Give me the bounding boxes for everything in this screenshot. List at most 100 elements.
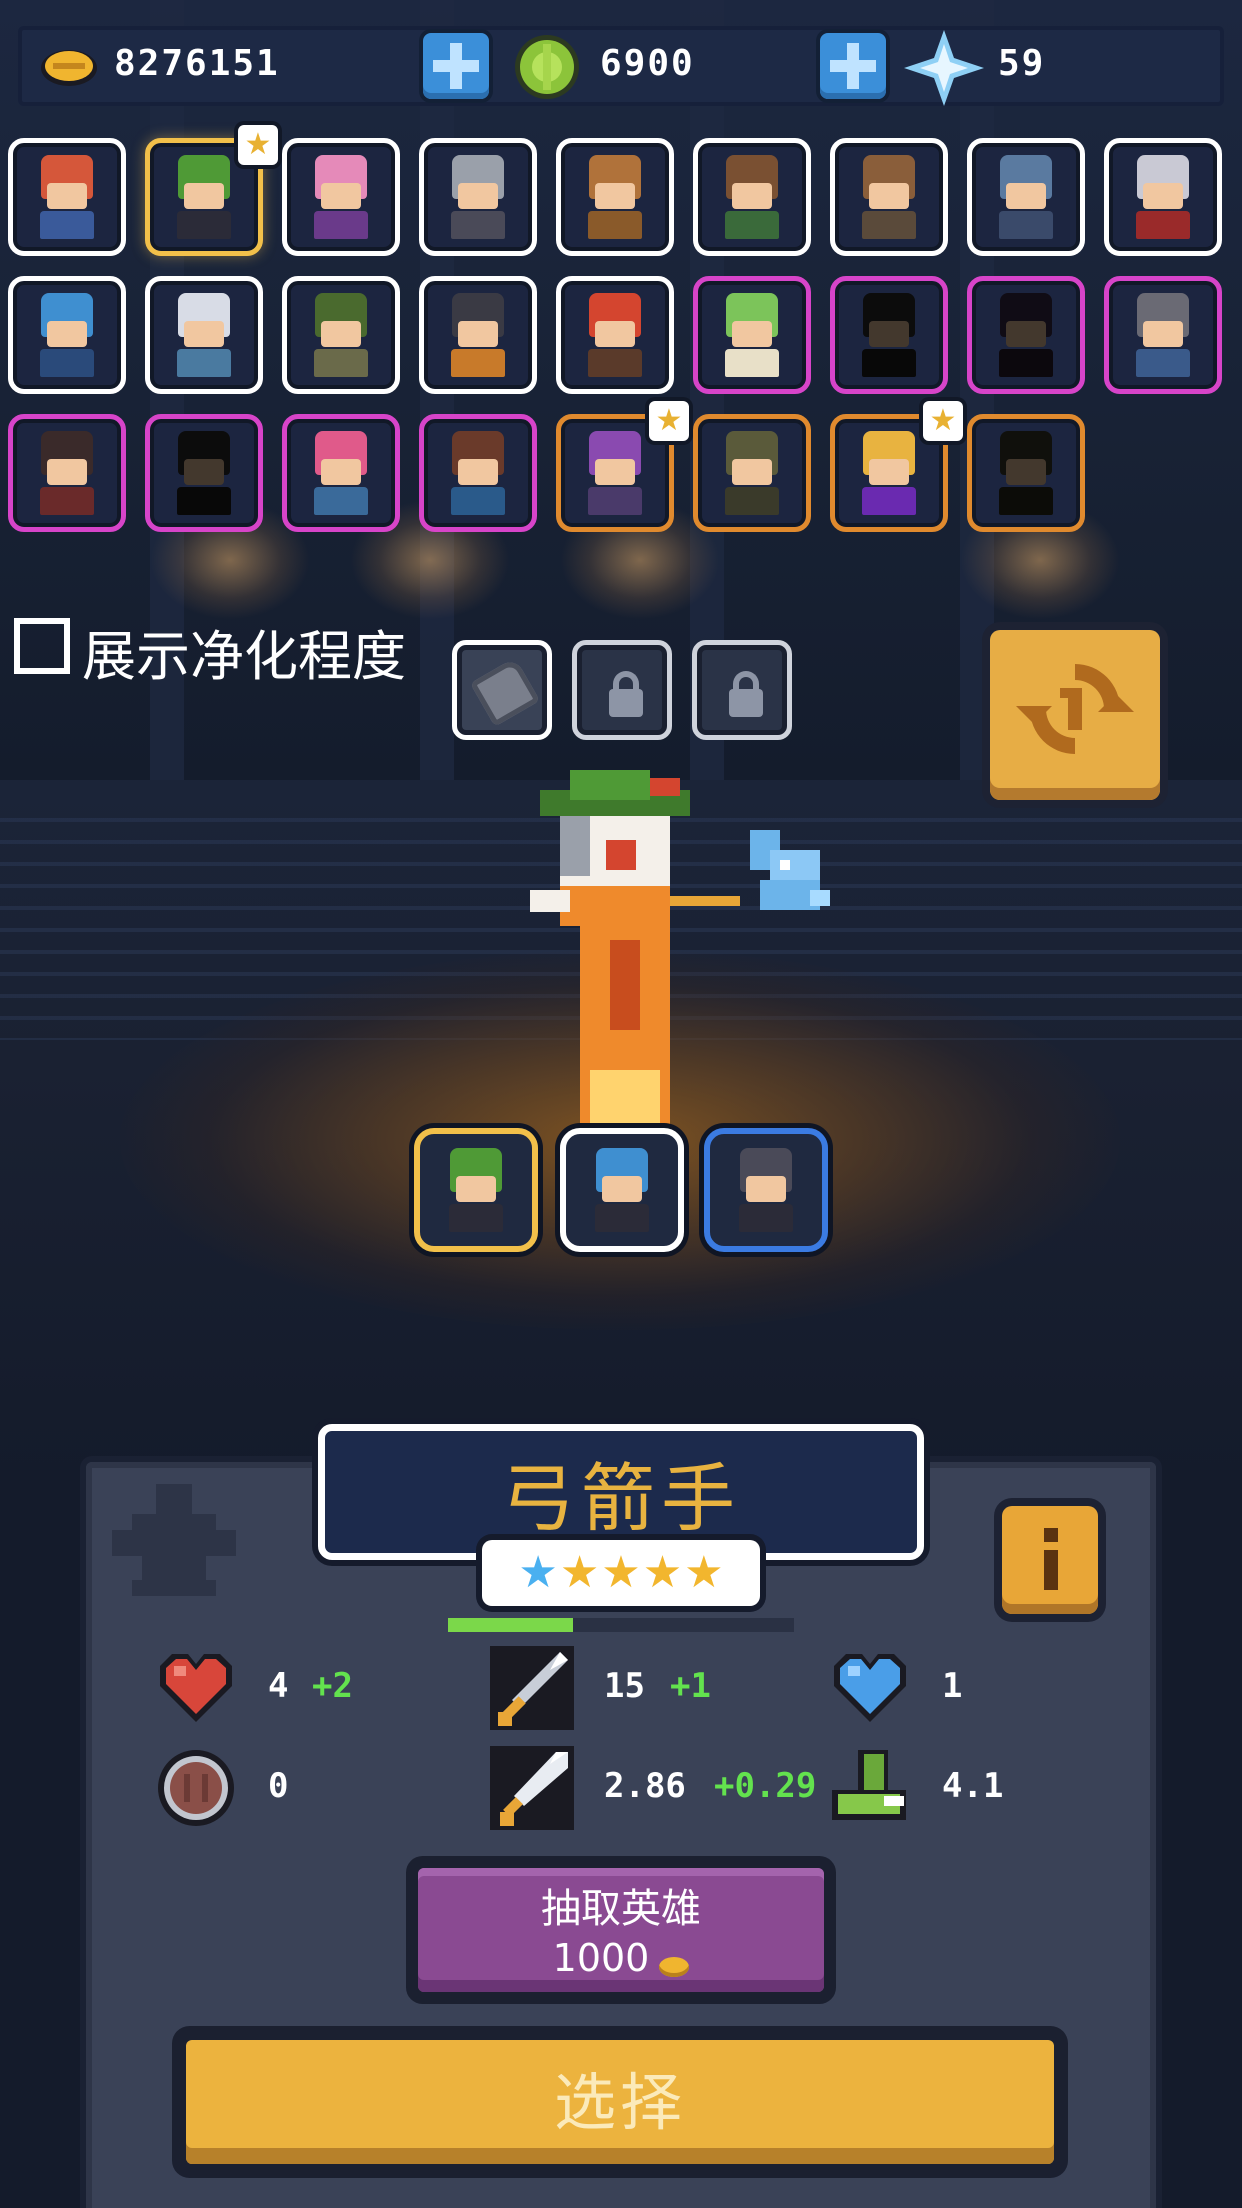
refresh-icon — [1016, 664, 1134, 754]
team-slot[interactable] — [414, 1128, 538, 1252]
barrel-shield-icon — [158, 1750, 234, 1826]
select-label: 选择 — [553, 2066, 686, 2139]
hero-card[interactable] — [145, 414, 263, 532]
hero-card[interactable] — [556, 138, 674, 256]
rabbit-warrior-icon — [1136, 155, 1190, 239]
gauntlet-icon — [469, 657, 541, 727]
blue-heart-icon — [834, 1654, 906, 1722]
gem-amount: 6900 — [600, 43, 695, 84]
team-slot[interactable] — [704, 1128, 828, 1252]
shield-value: 1 — [942, 1666, 963, 1706]
hero-roster: ★ ★ ★ — [0, 125, 1242, 550]
draw-hero-label: 抽取英雄 — [541, 1886, 701, 1932]
draw-hero-button[interactable]: 抽取英雄 1000 — [418, 1868, 824, 1992]
info-icon — [1044, 1528, 1058, 1542]
hero-card[interactable] — [145, 276, 263, 394]
masked-rogue-icon — [725, 155, 779, 239]
blue-haired-hero-icon — [40, 293, 94, 377]
add-gold-button[interactable] — [423, 33, 489, 99]
grey-haired-monk-icon — [1136, 293, 1190, 377]
hero-card[interactable] — [556, 276, 674, 394]
red-haired-hero-icon — [40, 155, 94, 239]
white-haired-elf-icon — [177, 293, 231, 377]
hero-card[interactable] — [693, 414, 811, 532]
green-hat-archer-icon — [449, 1148, 503, 1232]
hero-card[interactable] — [419, 276, 537, 394]
hero-card[interactable] — [282, 138, 400, 256]
locked-shadow-hero-icon — [862, 293, 916, 377]
hero-card[interactable] — [830, 276, 948, 394]
gold-star-icon: ★ — [642, 1547, 683, 1598]
gold-star-icon: ★ — [559, 1547, 600, 1598]
equipment-slot-locked[interactable] — [692, 640, 792, 740]
sword-icon — [490, 1646, 574, 1730]
gold-coin-icon — [659, 1956, 690, 1977]
green-haired-dryad-icon — [725, 293, 779, 377]
reroll-skin-button[interactable] — [990, 630, 1160, 800]
hero-info-button[interactable] — [1002, 1506, 1098, 1614]
heart-icon — [160, 1654, 232, 1722]
green-hat-archer-icon — [177, 155, 231, 239]
locked-hooded-hero-icon — [999, 293, 1053, 377]
cowboy-gunner-icon — [40, 431, 94, 515]
dagger-icon — [490, 1746, 574, 1830]
purify-label: 展示净化程度 — [82, 625, 406, 688]
green-gem-icon — [515, 35, 579, 99]
hero-card[interactable] — [8, 138, 126, 256]
hero-card[interactable] — [967, 414, 1085, 532]
golden-dragon-knight-icon — [862, 431, 916, 515]
hero-card[interactable] — [967, 138, 1085, 256]
purify-checkbox[interactable] — [14, 618, 70, 674]
hooded-assassin-icon — [725, 431, 779, 515]
add-gems-button[interactable] — [820, 33, 886, 99]
boot-icon — [832, 1750, 906, 1820]
draw-hero-cost: 1000 — [552, 1936, 650, 1980]
equipment-slot-gauntlet[interactable] — [452, 640, 552, 740]
locked-dark-warrior-icon — [177, 431, 231, 515]
gold-star-icon: ★ — [684, 1547, 724, 1598]
hero-card[interactable] — [8, 414, 126, 532]
hero-card[interactable] — [693, 276, 811, 394]
hero-card[interactable] — [693, 138, 811, 256]
headband-fighter-icon — [314, 293, 368, 377]
speed-value: 4.1 — [942, 1766, 1004, 1806]
crit-value: 2.86 — [604, 1766, 686, 1806]
hero-card[interactable]: ★ — [145, 125, 278, 256]
hero-card[interactable] — [830, 138, 948, 256]
hero-card[interactable] — [1104, 138, 1222, 256]
locked-legend-hero-icon — [999, 431, 1053, 515]
team-slot[interactable] — [560, 1128, 684, 1252]
hero-name: 弓箭手 — [501, 1455, 741, 1542]
resource-bar: 8276151 6900 59 — [18, 26, 1224, 106]
crystal-star-icon — [904, 30, 984, 106]
armor-value: 0 — [268, 1766, 289, 1806]
star-badge-icon: ★ — [649, 401, 689, 441]
hero-card[interactable] — [419, 138, 537, 256]
hero-card[interactable] — [8, 276, 126, 394]
bald-monk-icon — [588, 155, 642, 239]
hero-card[interactable] — [419, 414, 537, 532]
hero-card[interactable] — [282, 276, 400, 394]
hero-card[interactable] — [967, 276, 1085, 394]
gold-amount: 8276151 — [114, 43, 280, 84]
attack-bonus: +1 — [670, 1666, 711, 1706]
hero-card[interactable]: ★ — [830, 401, 963, 532]
hero-star-rating: ★ ★ ★ ★ ★ — [482, 1540, 760, 1606]
helmet-knight-icon — [451, 155, 505, 239]
pink-haired-mage-icon — [314, 155, 368, 239]
gold-coin-icon — [41, 50, 97, 86]
select-hero-button[interactable]: 选择 — [186, 2040, 1054, 2164]
pirate-hero-icon — [451, 431, 505, 515]
hero-card[interactable] — [282, 414, 400, 532]
ice-spirit-pet — [750, 830, 830, 910]
hp-bonus: +2 — [312, 1666, 353, 1706]
gold-star-icon: ★ — [601, 1547, 641, 1598]
equipment-slot-locked[interactable] — [572, 640, 672, 740]
hero-card[interactable] — [1104, 276, 1222, 394]
hero-card[interactable]: ★ — [556, 401, 689, 532]
armored-knight-icon — [739, 1148, 793, 1232]
blue-star-icon: ★ — [518, 1547, 558, 1598]
star-badge-icon: ★ — [238, 125, 278, 165]
blue-hat-hero-icon — [595, 1148, 649, 1232]
hp-value: 4 — [268, 1666, 289, 1706]
